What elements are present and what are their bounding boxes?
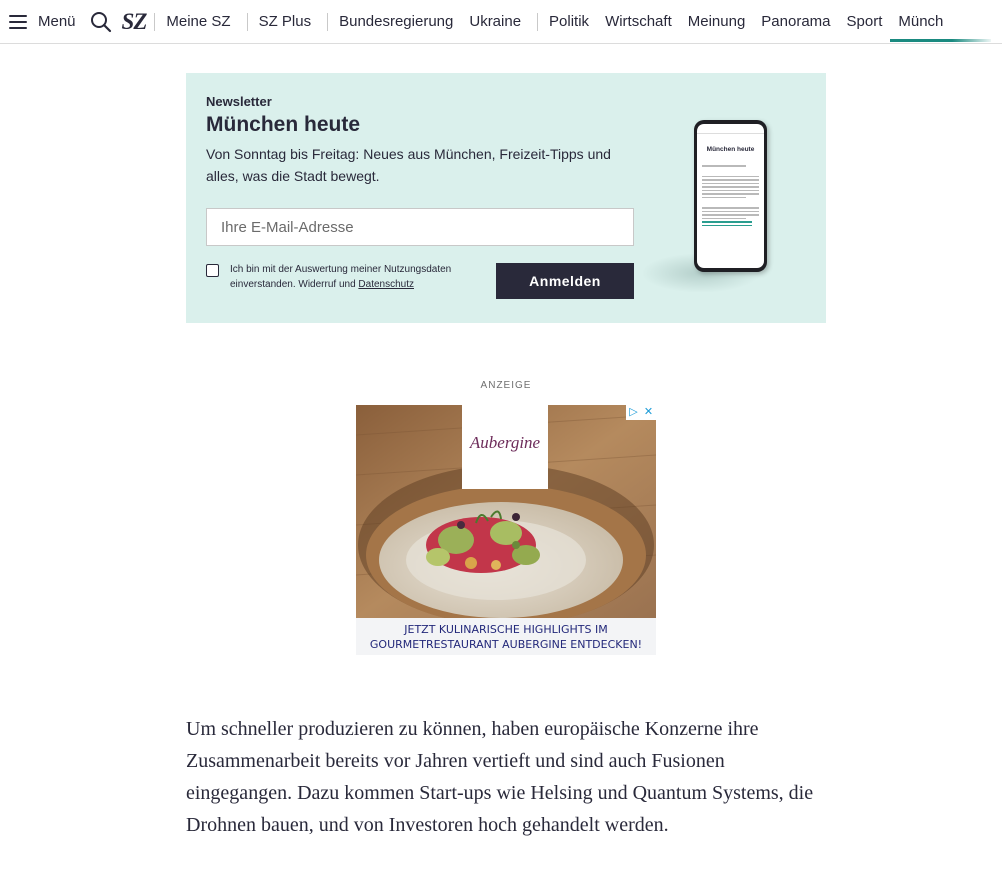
- menu-button[interactable]: Menü: [9, 13, 76, 30]
- nav-item-sz-plus[interactable]: SZ Plus: [256, 13, 320, 30]
- subscribe-button[interactable]: Anmelden: [496, 263, 634, 299]
- nav-item-politik[interactable]: Politik: [546, 13, 597, 30]
- advertisement-banner[interactable]: Aubergine ▷ ✕ JETZT KULINARISCHE HIGHLIG…: [356, 405, 656, 655]
- nav-item-bundesregierung[interactable]: Bundesregierung: [336, 13, 461, 30]
- consent-checkbox[interactable]: [206, 264, 219, 277]
- search-icon[interactable]: [90, 11, 112, 33]
- phone-screen-header: [697, 124, 764, 134]
- consent-label: Ich bin mit der Auswertung meiner Nutzun…: [230, 264, 452, 290]
- menu-label: Menü: [38, 13, 76, 30]
- email-field[interactable]: [206, 208, 634, 246]
- nav-scroll-fade: [952, 0, 1002, 42]
- nav-item-wirtschaft[interactable]: Wirtschaft: [597, 13, 680, 30]
- ad-cta-line-1: JETZT KULINARISCHE HIGHLIGHTS IM: [404, 623, 608, 636]
- sz-logo[interactable]: SZ: [122, 9, 148, 35]
- privacy-link[interactable]: Datenschutz: [358, 279, 414, 290]
- nav-item-muenchen[interactable]: Münch: [890, 13, 992, 42]
- ad-brand-logo: Aubergine: [462, 405, 548, 489]
- nav-item-sport[interactable]: Sport: [839, 13, 891, 30]
- newsletter-kicker: Newsletter: [206, 94, 272, 109]
- ad-cta-text: JETZT KULINARISCHE HIGHLIGHTS IM GOURMET…: [356, 618, 656, 655]
- nav-divider: [537, 12, 539, 31]
- ad-choices[interactable]: ▷ ✕: [626, 405, 656, 420]
- ad-choices-icon[interactable]: ▷: [626, 405, 641, 420]
- phone-screen: München heute: [697, 124, 764, 268]
- newsletter-signup: Newsletter München heute Von Sonntag bis…: [186, 73, 826, 323]
- newsletter-description: Von Sonntag bis Freitag: Neues aus Münch…: [206, 146, 611, 184]
- nav-item-meine-sz[interactable]: Meine SZ: [163, 13, 238, 30]
- nav-divider: [327, 12, 329, 31]
- nav-item-panorama[interactable]: Panorama: [753, 13, 838, 30]
- newsletter-title: München heute: [206, 113, 361, 136]
- consent-text: Ich bin mit der Auswertung meiner Nutzun…: [230, 262, 470, 292]
- hamburger-icon: [9, 14, 27, 29]
- ad-close-icon[interactable]: ✕: [641, 405, 656, 420]
- ad-cta-line-2: GOURMETRESTAURANT AUBERGINE ENTDECKEN!: [369, 638, 643, 651]
- nav-item-ukraine[interactable]: Ukraine: [461, 13, 529, 30]
- ad-brand-name: Aubergine: [469, 433, 541, 452]
- nav-divider: [154, 12, 156, 31]
- nav-item-meinung[interactable]: Meinung: [680, 13, 754, 30]
- phone-preview-title: München heute: [706, 146, 755, 153]
- nav-divider: [246, 12, 248, 31]
- article-paragraph: Um schneller produzieren zu können, habe…: [186, 718, 814, 836]
- newsletter-phone-preview: München heute: [694, 120, 767, 272]
- ad-label: ANZEIGE: [480, 380, 532, 391]
- top-navigation: Menü SZ Meine SZ SZ Plus Bundesregierung…: [0, 0, 1002, 44]
